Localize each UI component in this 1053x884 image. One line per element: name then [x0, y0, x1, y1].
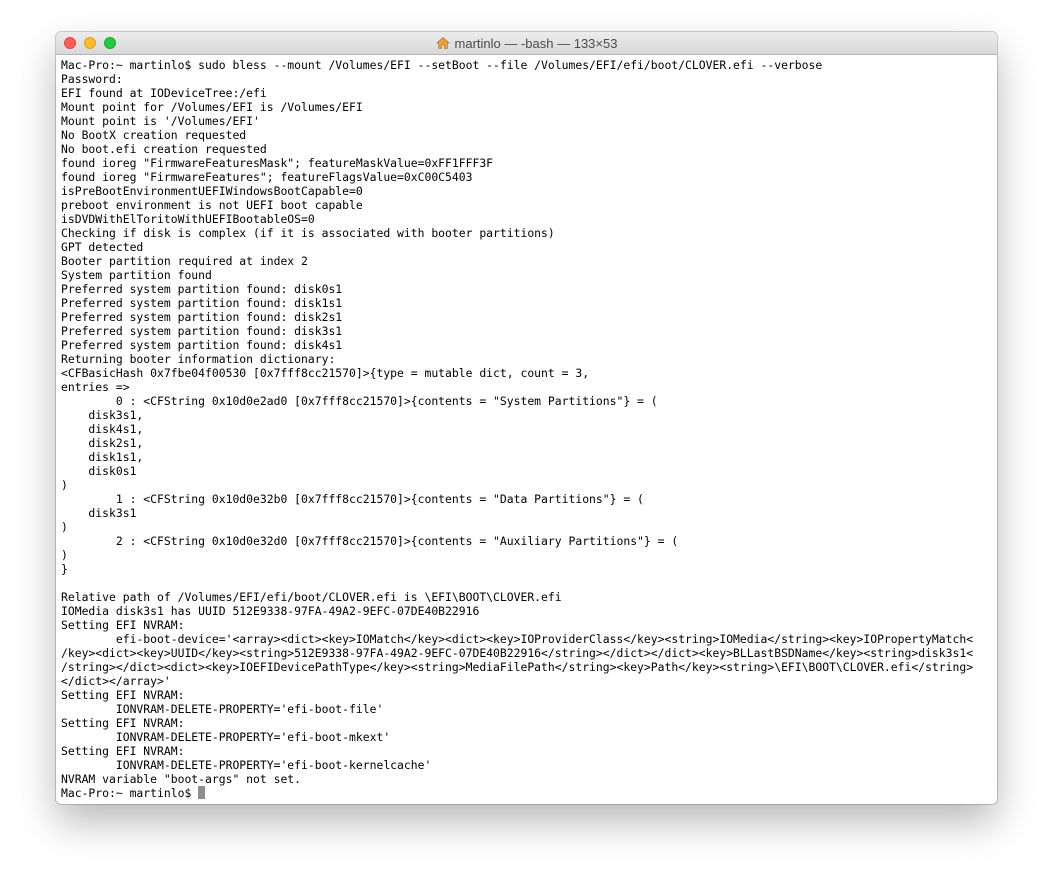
terminal-line: IONVRAM-DELETE-PROPERTY='efi-boot-mkext'	[61, 730, 391, 744]
terminal-line: disk3s1	[61, 506, 137, 520]
terminal-line: IONVRAM-DELETE-PROPERTY='efi-boot-kernel…	[61, 758, 432, 772]
terminal-line: Password:	[61, 72, 123, 86]
terminal-line: Returning booter information dictionary:	[61, 352, 336, 366]
terminal-line: System partition found	[61, 268, 212, 282]
terminal-line: entries =>	[61, 380, 130, 394]
terminal-line: Setting EFI NVRAM:	[61, 688, 185, 702]
terminal-line: No boot.efi creation requested	[61, 142, 267, 156]
terminal-line: 2 : <CFString 0x10d0e32d0 [0x7fff8cc2157…	[61, 534, 679, 548]
terminal-line: Mac-Pro:~ martinlo$ sudo bless --mount /…	[61, 58, 823, 72]
terminal-line: )	[61, 478, 68, 492]
prompt-line[interactable]: Mac-Pro:~ martinlo$	[61, 786, 997, 800]
terminal-line: isDVDWithElToritoWithUEFIBootableOS=0	[61, 212, 315, 226]
terminal-line: EFI found at IODeviceTree:/efi	[61, 86, 267, 100]
terminal-line: disk3s1,	[61, 408, 144, 422]
terminal-line: Mount point is '/Volumes/EFI'	[61, 114, 260, 128]
terminal-line: Checking if disk is complex (if it is as…	[61, 226, 555, 240]
terminal-line: efi-boot-device='<array><dict><key>IOMat…	[61, 632, 974, 646]
terminal-line: Mount point for /Volumes/EFI is /Volumes…	[61, 100, 363, 114]
shell-prompt: Mac-Pro:~ martinlo$	[61, 786, 199, 800]
terminal-line: /string></dict><dict><key>IOEFIDevicePat…	[61, 660, 974, 674]
terminal-line: IOMedia disk3s1 has UUID 512E9338-97FA-4…	[61, 604, 480, 618]
terminal-line: /key><dict><key>UUID</key><string>512E93…	[61, 646, 974, 660]
terminal-line: )	[61, 548, 68, 562]
terminal-line: Preferred system partition found: disk0s…	[61, 282, 343, 296]
terminal-line: NVRAM variable "boot-args" not set.	[61, 772, 302, 786]
terminal-output[interactable]: Mac-Pro:~ martinlo$ sudo bless --mount /…	[56, 55, 997, 804]
window-title-text: martinlo — -bash — 133×53	[454, 35, 618, 51]
terminal-line: Setting EFI NVRAM:	[61, 618, 185, 632]
terminal-line: GPT detected	[61, 240, 144, 254]
terminal-line: disk2s1,	[61, 436, 144, 450]
terminal-line: Preferred system partition found: disk4s…	[61, 338, 343, 352]
terminal-line: disk1s1,	[61, 450, 144, 464]
terminal-window: martinlo — -bash — 133×53 Mac-Pro:~ mart…	[56, 32, 997, 804]
terminal-line: found ioreg "FirmwareFeatures"; featureF…	[61, 170, 473, 184]
terminal-line: No BootX creation requested	[61, 128, 247, 142]
terminal-line: Preferred system partition found: disk3s…	[61, 324, 343, 338]
terminal-line: found ioreg "FirmwareFeaturesMask"; feat…	[61, 156, 494, 170]
terminal-line: Setting EFI NVRAM:	[61, 716, 185, 730]
terminal-line: Booter partition required at index 2	[61, 254, 308, 268]
terminal-line: 0 : <CFString 0x10d0e2ad0 [0x7fff8cc2157…	[61, 394, 658, 408]
terminal-line: Preferred system partition found: disk2s…	[61, 310, 343, 324]
terminal-line: preboot environment is not UEFI boot cap…	[61, 198, 363, 212]
terminal-line: Relative path of /Volumes/EFI/efi/boot/C…	[61, 590, 562, 604]
terminal-line: <CFBasicHash 0x7fbe04f00530 [0x7fff8cc21…	[61, 366, 590, 380]
terminal-line: 1 : <CFString 0x10d0e32b0 [0x7fff8cc2157…	[61, 492, 644, 506]
text-cursor	[198, 786, 206, 799]
home-icon	[435, 36, 450, 50]
terminal-line: )	[61, 520, 68, 534]
terminal-line: Preferred system partition found: disk1s…	[61, 296, 343, 310]
terminal-line: IONVRAM-DELETE-PROPERTY='efi-boot-file'	[61, 702, 384, 716]
title-bar[interactable]: martinlo — -bash — 133×53	[56, 32, 997, 55]
terminal-line: </dict></array>'	[61, 674, 171, 688]
terminal-line: Setting EFI NVRAM:	[61, 744, 185, 758]
window-title: martinlo — -bash — 133×53	[56, 32, 997, 54]
terminal-line: isPreBootEnvironmentUEFIWindowsBootCapab…	[61, 184, 363, 198]
terminal-line: disk0s1	[61, 464, 137, 478]
terminal-line: }	[61, 562, 68, 576]
terminal-line: disk4s1,	[61, 422, 144, 436]
